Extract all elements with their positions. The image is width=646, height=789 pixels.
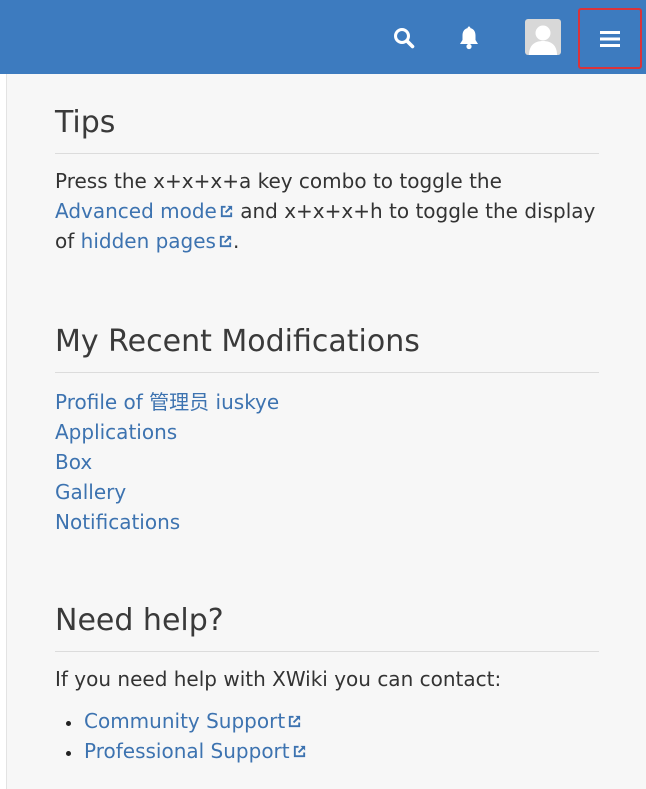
- notifications-button[interactable]: [453, 22, 485, 54]
- professional-support-link[interactable]: Professional Support: [84, 739, 307, 763]
- hamburger-menu-icon: [600, 30, 620, 47]
- recent-modifications-title: My Recent Modifications: [55, 324, 420, 359]
- recent-item-applications[interactable]: Applications: [55, 420, 177, 444]
- search-icon: [394, 28, 415, 49]
- divider: [55, 372, 599, 373]
- divider: [55, 651, 599, 652]
- tips-section: Tips Press the x+x+x+a key combo to togg…: [55, 105, 599, 256]
- user-avatar[interactable]: [525, 19, 561, 55]
- external-link-icon: [220, 205, 232, 218]
- recent-item-box[interactable]: Box: [55, 450, 92, 474]
- hidden-pages-link[interactable]: hidden pages: [81, 229, 233, 253]
- recent-item-gallery[interactable]: Gallery: [55, 480, 126, 504]
- bell-icon: [460, 26, 478, 50]
- need-help-title: Need help?: [55, 603, 224, 638]
- tips-title: Tips: [55, 105, 116, 140]
- external-link-icon: [219, 235, 232, 248]
- need-help-section: Need help? If you need help with XWiki y…: [55, 603, 599, 766]
- hidden-pages-label: hidden pages: [80, 229, 216, 253]
- divider: [55, 153, 599, 154]
- external-link-icon: [289, 715, 301, 728]
- tips-text-part: .: [232, 229, 240, 253]
- recent-item-profile[interactable]: Profile of 管理员 iuskye: [55, 390, 279, 414]
- community-support-link[interactable]: Community Support: [84, 709, 302, 733]
- hamburger-menu-button[interactable]: [578, 8, 642, 69]
- tips-text: Press the x+x+x+a key combo to toggle th…: [55, 166, 599, 256]
- search-button[interactable]: [388, 22, 420, 54]
- advanced-mode-label: Advanced mode: [55, 199, 217, 223]
- top-navbar: [0, 0, 646, 74]
- community-support-label: Community Support: [84, 709, 286, 733]
- user-icon: [529, 25, 557, 55]
- list-item: Community Support: [83, 706, 599, 736]
- advanced-mode-link[interactable]: Advanced mode: [55, 199, 234, 223]
- recent-item-notifications[interactable]: Notifications: [55, 510, 180, 534]
- professional-support-label: Professional Support: [84, 739, 290, 763]
- drawer-panel: Tips Press the x+x+x+a key combo to togg…: [6, 74, 646, 789]
- tips-text-part: Press the x+x+x+a key combo to toggle th…: [55, 169, 502, 193]
- need-help-intro: If you need help with XWiki you can cont…: [55, 667, 502, 691]
- list-item: Professional Support: [83, 736, 599, 766]
- external-link-icon: [293, 745, 305, 758]
- help-links-list: Community Support Professional Support: [55, 706, 599, 766]
- recent-modifications-section: My Recent Modifications Profile of 管理员 i…: [55, 324, 599, 537]
- recent-modifications-list: Profile of 管理员 iuskye Applications Box G…: [55, 387, 599, 537]
